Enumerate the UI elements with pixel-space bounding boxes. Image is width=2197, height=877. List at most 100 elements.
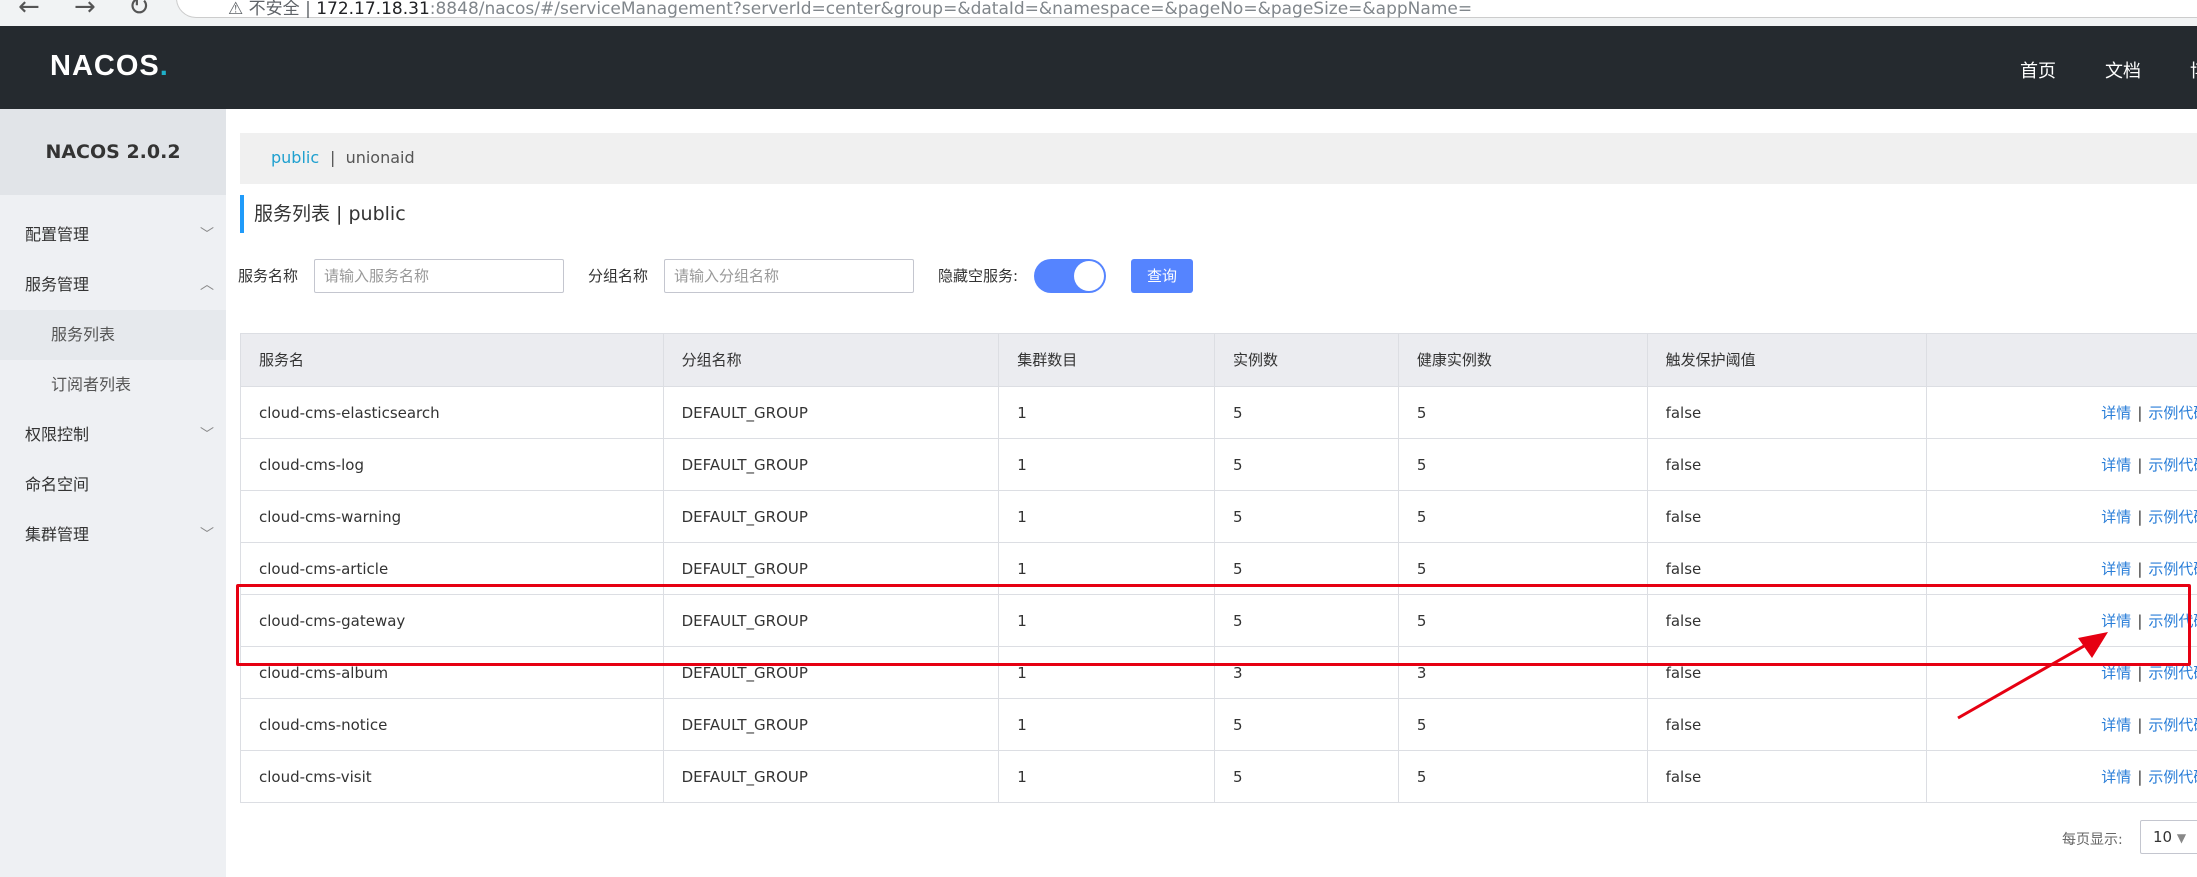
cell-healthy-count: 5: [1399, 387, 1648, 438]
sidebar-item-access-control[interactable]: 权限控制 ﹀: [0, 410, 226, 460]
sidebar-item-label: 配置管理: [25, 225, 90, 244]
sample-code-link[interactable]: 示例代码: [2148, 664, 2197, 682]
cell-protect-threshold: false: [1648, 751, 1928, 802]
sidebar-item-label: 服务列表: [51, 325, 116, 344]
chevron-down-icon: ﹀: [200, 427, 214, 443]
main-content: public | unionaid 服务列表 | public 服务名称 请输入…: [226, 109, 2197, 877]
sample-code-link[interactable]: 示例代码: [2148, 404, 2197, 422]
hide-empty-toggle[interactable]: [1034, 259, 1106, 293]
sample-code-link[interactable]: 示例代码: [2148, 768, 2197, 786]
cell-protect-threshold: false: [1648, 439, 1928, 490]
cell-group-name: DEFAULT_GROUP: [664, 387, 1000, 438]
hide-empty-label: 隐藏空服务:: [938, 267, 1019, 285]
chevron-down-icon: ▼: [2176, 831, 2187, 845]
cell-group-name: DEFAULT_GROUP: [664, 491, 1000, 542]
cell-service-name: cloud-cms-notice: [241, 699, 664, 750]
sidebar-item-service-management[interactable]: 服务管理 ︿: [0, 260, 226, 310]
cell-healthy-count: 5: [1399, 751, 1648, 802]
service-name-input[interactable]: 请输入服务名称: [314, 259, 564, 293]
url-text: ⚠ 不安全 | 172.17.18.31:8848/nacos/#/servic…: [228, 0, 1473, 19]
table-row: cloud-cms-elasticsearch DEFAULT_GROUP 1 5 5 f…: [241, 386, 2197, 438]
query-button[interactable]: 查询: [1131, 259, 1193, 293]
nav-home-link[interactable]: 首页: [2020, 57, 2056, 83]
cell-group-name: DEFAULT_GROUP: [664, 751, 1000, 802]
header-cluster-count: 集群数目: [999, 334, 1215, 386]
cell-service-name: cloud-cms-warning: [241, 491, 664, 542]
detail-link[interactable]: 详情: [2101, 560, 2131, 578]
detail-link[interactable]: 详情: [2101, 768, 2131, 786]
page-size-label: 每页显示:: [2062, 832, 2123, 848]
row-actions: 详情 | 示例代码: [2101, 751, 2197, 802]
table-header: 服务名 分组名称 集群数目 实例数 健康实例数 触发保护阈值: [241, 334, 2197, 386]
table-row: cloud-cms-warning DEFAULT_GROUP 1 5 5 false 详情…: [241, 490, 2197, 542]
table-row: cloud-cms-notice DEFAULT_GROUP 1 5 5 false 详情 |…: [241, 698, 2197, 750]
nav-docs-link[interactable]: 文档: [2105, 57, 2141, 83]
header-group-name: 分组名称: [664, 334, 1000, 386]
nav-blog-link[interactable]: 博: [2190, 57, 2197, 83]
warning-triangle-icon: ⚠: [228, 0, 249, 19]
cell-cluster-count: 1: [999, 491, 1215, 542]
action-separator: |: [2137, 456, 2143, 474]
cell-service-name: cloud-cms-elasticsearch: [241, 387, 664, 438]
sidebar-item-subscriber-list[interactable]: 订阅者列表: [0, 360, 226, 410]
action-separator: |: [2137, 508, 2143, 526]
sample-code-link[interactable]: 示例代码: [2148, 716, 2197, 734]
sample-code-link[interactable]: 示例代码: [2148, 456, 2197, 474]
cell-instance-count: 5: [1215, 387, 1399, 438]
sidebar-item-label: 命名空间: [25, 475, 90, 494]
service-name-label: 服务名称: [238, 267, 299, 285]
browser-address-bar: ← → ↻ ⚠ 不安全 | 172.17.18.31:8848/nacos/#/…: [0, 0, 2197, 26]
back-arrow-icon[interactable]: ←: [18, 0, 40, 22]
cell-instance-count: 5: [1215, 439, 1399, 490]
cell-service-name: cloud-cms-visit: [241, 751, 664, 802]
cell-protect-threshold: false: [1648, 387, 1928, 438]
action-separator: |: [2137, 768, 2143, 786]
sidebar-item-config-management[interactable]: 配置管理 ﹀: [0, 210, 226, 260]
sidebar-title: NACOS 2.0.2: [0, 109, 226, 195]
sidebar-item-label: 权限控制: [25, 425, 90, 444]
cell-instance-count: 5: [1215, 491, 1399, 542]
header-instance-count: 实例数: [1215, 334, 1399, 386]
namespace-public-link[interactable]: public: [271, 148, 319, 167]
service-table: 服务名 分组名称 集群数目 实例数 健康实例数 触发保护阈值 cloud-cms…: [240, 333, 2197, 803]
sidebar-item-cluster-management[interactable]: 集群管理 ﹀: [0, 510, 226, 560]
cell-instance-count: 5: [1215, 699, 1399, 750]
sample-code-link[interactable]: 示例代码: [2148, 508, 2197, 526]
top-header: NACOS. 首页 文档 博: [0, 26, 2197, 109]
logo-text: NACOS: [50, 50, 160, 82]
sample-code-link[interactable]: 示例代码: [2148, 560, 2197, 578]
header-operations: [1927, 334, 2197, 386]
namespace-bar: public | unionaid: [240, 133, 2197, 184]
action-separator: |: [2137, 716, 2143, 734]
row-actions: 详情 | 示例代码: [2101, 387, 2197, 438]
namespace-unionaid-link[interactable]: | unionaid: [330, 148, 415, 167]
action-separator: |: [2137, 560, 2143, 578]
page-title: 服务列表 | public: [240, 195, 406, 233]
nacos-logo[interactable]: NACOS.: [50, 50, 169, 83]
cell-healthy-count: 5: [1399, 699, 1648, 750]
page-size-select[interactable]: 10 ▼: [2140, 820, 2197, 854]
highlight-box: [236, 584, 2191, 666]
cell-protect-threshold: false: [1648, 699, 1928, 750]
cell-operations: 详情 | 示例代码: [1927, 751, 2197, 802]
row-actions: 详情 | 示例代码: [2101, 491, 2197, 542]
cell-healthy-count: 5: [1399, 439, 1648, 490]
sidebar-item-service-list[interactable]: 服务列表: [0, 310, 226, 360]
chevron-up-icon: ︿: [200, 277, 214, 293]
cell-group-name: DEFAULT_GROUP: [664, 439, 1000, 490]
cell-healthy-count: 5: [1399, 491, 1648, 542]
sidebar-item-label: 服务管理: [25, 275, 90, 294]
detail-link[interactable]: 详情: [2101, 404, 2131, 422]
detail-link[interactable]: 详情: [2101, 456, 2131, 474]
cell-cluster-count: 1: [999, 751, 1215, 802]
cell-cluster-count: 1: [999, 439, 1215, 490]
action-separator: |: [2137, 664, 2143, 682]
group-name-input[interactable]: 请输入分组名称: [664, 259, 914, 293]
sidebar-item-label: 集群管理: [25, 525, 90, 544]
cell-protect-threshold: false: [1648, 491, 1928, 542]
forward-arrow-icon[interactable]: →: [74, 0, 96, 22]
header-protect-threshold: 触发保护阈值: [1648, 334, 1928, 386]
reload-icon[interactable]: ↻: [128, 0, 150, 22]
sidebar-item-namespace[interactable]: 命名空间: [0, 460, 226, 510]
detail-link[interactable]: 详情: [2101, 508, 2131, 526]
